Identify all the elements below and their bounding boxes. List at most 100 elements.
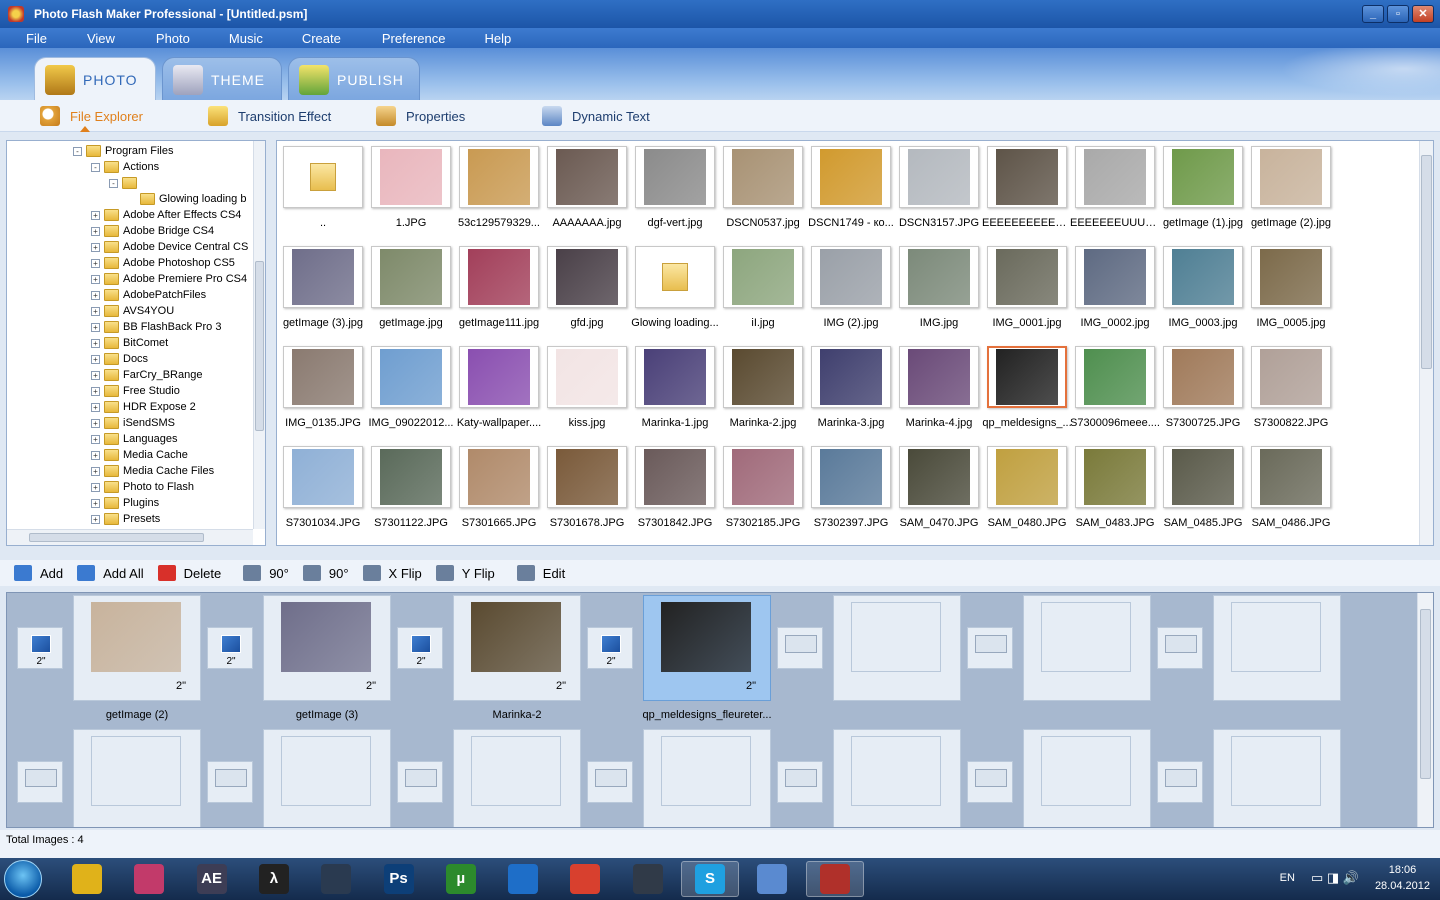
- storyboard-slide[interactable]: 2": [73, 595, 201, 701]
- tree-item[interactable]: + Adobe Premiere Pro CS4: [91, 271, 247, 287]
- thumbnail-item[interactable]: IMG_0003.jpg: [1161, 243, 1245, 329]
- thumbnail-item[interactable]: DSCN3157.JPG: [897, 143, 981, 229]
- tree-item[interactable]: + BitComet: [91, 335, 168, 351]
- transition-slot[interactable]: [777, 627, 823, 669]
- thumbnail-item[interactable]: EEEEEEEEEEEE...: [982, 143, 1072, 229]
- action-edit-button[interactable]: Edit: [516, 565, 565, 581]
- thumbnail-item[interactable]: S7301034.JPG: [281, 443, 365, 529]
- transition-slot[interactable]: [967, 627, 1013, 669]
- menu-help[interactable]: Help: [445, 31, 511, 46]
- storyboard-slide[interactable]: 2": [643, 595, 771, 701]
- expand-icon[interactable]: +: [91, 306, 100, 316]
- tree-item[interactable]: + Languages: [91, 431, 177, 447]
- expand-icon[interactable]: +: [91, 482, 100, 492]
- thumbnail-item[interactable]: S7300096meee....: [1070, 343, 1160, 429]
- start-button[interactable]: [4, 860, 42, 898]
- expand-icon[interactable]: +: [91, 322, 100, 332]
- thumbnail-item[interactable]: IMG_09022012...: [368, 343, 454, 429]
- transition-slot[interactable]: 2": [397, 627, 443, 669]
- tree-item[interactable]: + AVS4YOU: [91, 303, 174, 319]
- expand-icon[interactable]: +: [91, 450, 100, 460]
- transition-slot[interactable]: [967, 761, 1013, 803]
- tree-scroll-thumb[interactable]: [255, 261, 264, 431]
- thumbnail-item[interactable]: Marinka-3.jpg: [809, 343, 893, 429]
- tree-item[interactable]: -: [109, 175, 141, 191]
- expand-icon[interactable]: +: [91, 290, 100, 300]
- thumbnail-item[interactable]: SAM_0486.JPG: [1249, 443, 1333, 529]
- folder-tree[interactable]: - Program Files - Actions - Glowing loading b…: [6, 140, 266, 546]
- thumbnail-item[interactable]: 53c129579329...: [457, 143, 541, 229]
- expand-icon[interactable]: +: [91, 434, 100, 444]
- storyboard-slide[interactable]: 2": [453, 595, 581, 701]
- thumbnail-item[interactable]: Marinka-4.jpg: [897, 343, 981, 429]
- action-rotate-right-button[interactable]: 90°: [302, 565, 349, 581]
- transition-slot[interactable]: 2": [587, 627, 633, 669]
- transition-slot[interactable]: 2": [207, 627, 253, 669]
- clock[interactable]: 18:06 28.04.2012: [1375, 862, 1430, 894]
- menu-create[interactable]: Create: [263, 31, 341, 46]
- thumbnail-scrollbar[interactable]: [1419, 141, 1433, 545]
- storyboard-slide[interactable]: 2": [263, 595, 391, 701]
- thumbnail-item[interactable]: getImage (1).jpg: [1161, 143, 1245, 229]
- tree-hscroll-thumb[interactable]: [29, 533, 204, 542]
- taskbar-app-button[interactable]: [120, 861, 178, 897]
- thumbnail-item[interactable]: IMG (2).jpg: [809, 243, 893, 329]
- close-button[interactable]: ✕: [1412, 5, 1434, 23]
- expand-icon[interactable]: +: [91, 498, 100, 508]
- tray-icons[interactable]: ▭ ◨ 🔊: [1311, 870, 1359, 886]
- minimize-button[interactable]: _: [1362, 5, 1384, 23]
- thumbnail-item[interactable]: Marinka-2.jpg: [721, 343, 805, 429]
- thumbnail-item[interactable]: getImage (3).jpg: [281, 243, 365, 329]
- taskbar-app-button[interactable]: µ: [432, 861, 490, 897]
- tab-photo[interactable]: PHOTO: [34, 57, 156, 101]
- tree-item[interactable]: + AdobePatchFiles: [91, 287, 206, 303]
- expand-icon[interactable]: +: [91, 242, 100, 252]
- empty-slide-slot[interactable]: [1213, 729, 1341, 827]
- empty-slide-slot[interactable]: [833, 595, 961, 701]
- collapse-icon[interactable]: -: [91, 162, 100, 172]
- empty-slide-slot[interactable]: [73, 729, 201, 827]
- subtab-dynamic-text[interactable]: Dynamic Text: [542, 104, 650, 128]
- thumbnail-scroll-thumb[interactable]: [1421, 155, 1432, 369]
- thumbnail-item[interactable]: getImage.jpg: [369, 243, 453, 329]
- tree-item[interactable]: + Docs: [91, 351, 148, 367]
- taskbar-app-button[interactable]: [805, 861, 864, 897]
- tab-publish[interactable]: PUBLISH: [288, 57, 420, 101]
- transition-slot[interactable]: 2": [17, 627, 63, 669]
- maximize-button[interactable]: ▫: [1387, 5, 1409, 23]
- thumbnail-item[interactable]: S7300822.JPG: [1249, 343, 1333, 429]
- transition-slot[interactable]: [207, 761, 253, 803]
- tree-horizontal-scrollbar[interactable]: [7, 529, 253, 545]
- storyboard-scrollbar[interactable]: [1417, 593, 1433, 827]
- tree-item[interactable]: + Adobe Bridge CS4: [91, 223, 214, 239]
- thumbnail-item[interactable]: Marinka-1.jpg: [633, 343, 717, 429]
- expand-icon[interactable]: +: [91, 338, 100, 348]
- thumbnail-item[interactable]: S7301678.JPG: [545, 443, 629, 529]
- thumbnail-item[interactable]: qp_meldesigns_...: [982, 343, 1072, 429]
- tree-item[interactable]: + Adobe Photoshop CS5: [91, 255, 235, 271]
- thumbnail-item[interactable]: SAM_0485.JPG: [1161, 443, 1245, 529]
- empty-slide-slot[interactable]: [1023, 729, 1151, 827]
- taskbar-app-button[interactable]: S: [681, 861, 739, 897]
- thumbnail-item[interactable]: IMG_0002.jpg: [1073, 243, 1157, 329]
- menu-view[interactable]: View: [47, 31, 115, 46]
- action-add-all-button[interactable]: Add All: [77, 565, 144, 581]
- thumbnail-grid[interactable]: .. 1.JPG 53c129579329... AAAAAAA.jpg dgf-ver…: [276, 140, 1434, 546]
- menu-music[interactable]: Music: [190, 31, 263, 46]
- empty-slide-slot[interactable]: [643, 729, 771, 827]
- expand-icon[interactable]: +: [91, 354, 100, 364]
- thumbnail-item[interactable]: iI.jpg: [721, 243, 805, 329]
- thumbnail-item[interactable]: S7301842.JPG: [633, 443, 717, 529]
- tree-item[interactable]: + Adobe Device Central CS: [91, 239, 248, 255]
- tab-theme[interactable]: THEME: [162, 57, 282, 101]
- taskbar-app-button[interactable]: λ: [245, 861, 303, 897]
- storyboard[interactable]: 2" getImage (2) 2" 2" getImage (3) 2" 2" Marink…: [6, 592, 1434, 828]
- thumbnail-item[interactable]: Glowing loading...: [631, 243, 719, 329]
- menu-preference[interactable]: Preference: [341, 31, 446, 46]
- thumbnail-item[interactable]: S7301665.JPG: [457, 443, 541, 529]
- action-add-image-button[interactable]: Add: [14, 565, 63, 581]
- tree-item[interactable]: - Actions: [91, 159, 159, 175]
- expand-icon[interactable]: +: [91, 514, 100, 524]
- tree-item[interactable]: + Presets: [91, 511, 160, 527]
- thumbnail-item[interactable]: getImage (2).jpg: [1249, 143, 1333, 229]
